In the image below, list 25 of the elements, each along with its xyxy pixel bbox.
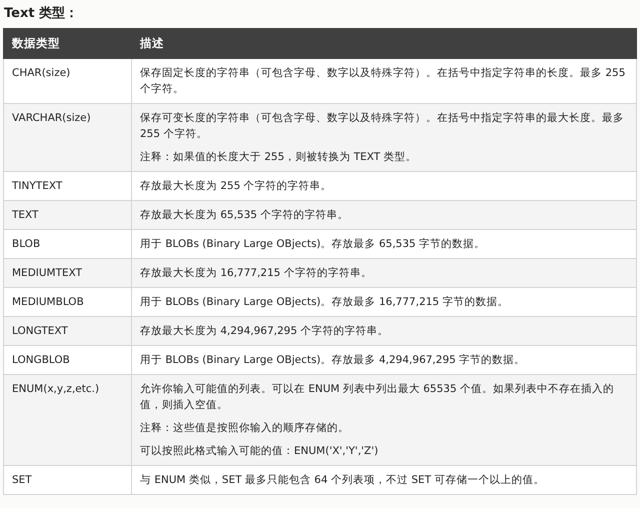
table-cell: 保存可变长度的字符串（可包含字母、数字以及特殊字符）。在括号中指定字符串的最大长度。最多 255 个字符。 注释：如果值的长度大于 255，则被转换为 TEXT 类型。 (132, 104, 636, 172)
table-cell: MEDIUMBLOB (4, 288, 132, 316)
column-header: 数据类型 (4, 28, 132, 58)
section-heading: Text 类型： (3, 5, 80, 23)
table-cell: 存放最大长度为 4,294,967,295 个字符的字符串。 (132, 316, 636, 346)
table-cell: 用于 BLOBs (Binary Large OBjects)。存放最多 65,535 字节的数据。 (132, 230, 636, 258)
table-cell: VARCHAR(size) (4, 104, 132, 172)
table-cell: MEDIUMTEXT (4, 258, 132, 288)
table-cell: TINYTEXT (4, 172, 132, 200)
table-cell: 用于 BLOBs (Binary Large OBjects)。存放最多 16,777,215 字节的数据。 (132, 288, 636, 316)
table-cell: 保存固定长度的字符串（可包含字母、数字以及特殊字符）。在括号中指定字符串的长度。最多 255 个字符。 (132, 58, 636, 104)
table-cell: ENUM(x,y,z,etc.) (4, 374, 132, 466)
table-cell: 允许你输入可能值的列表。可以在 ENUM 列表中列出最大 65535 个值。如果列表中不存在插入的值，则插入空值。 注释：这些值是按照你输入的顺序存储的。 可以按照此格式输入可能的值：ENUM('X','Y','Z') (132, 374, 636, 466)
table-cell: BLOB (4, 230, 132, 258)
table-cell: 用于 BLOBs (Binary Large OBjects)。存放最多 4,294,967,295 字节的数据。 (132, 346, 636, 374)
table-cell: LONGTEXT (4, 316, 132, 346)
table-cell: LONGBLOB (4, 346, 132, 374)
table-cell: TEXT (4, 200, 132, 230)
table-cell: 存放最大长度为 16,777,215 个字符的字符串。 (132, 258, 636, 288)
table-cell: 与 ENUM 类似，SET 最多只能包含 64 个列表项，不过 SET 可存储一个以上的值。 (132, 466, 636, 494)
table-cell: 存放最大长度为 65,535 个字符的字符串。 (132, 200, 636, 230)
table-cell: CHAR(size) (4, 58, 132, 104)
table-cell: 存放最大长度为 255 个字符的字符串。 (132, 172, 636, 200)
table-cell: SET (4, 466, 132, 494)
column-header: 描述 (132, 28, 636, 58)
